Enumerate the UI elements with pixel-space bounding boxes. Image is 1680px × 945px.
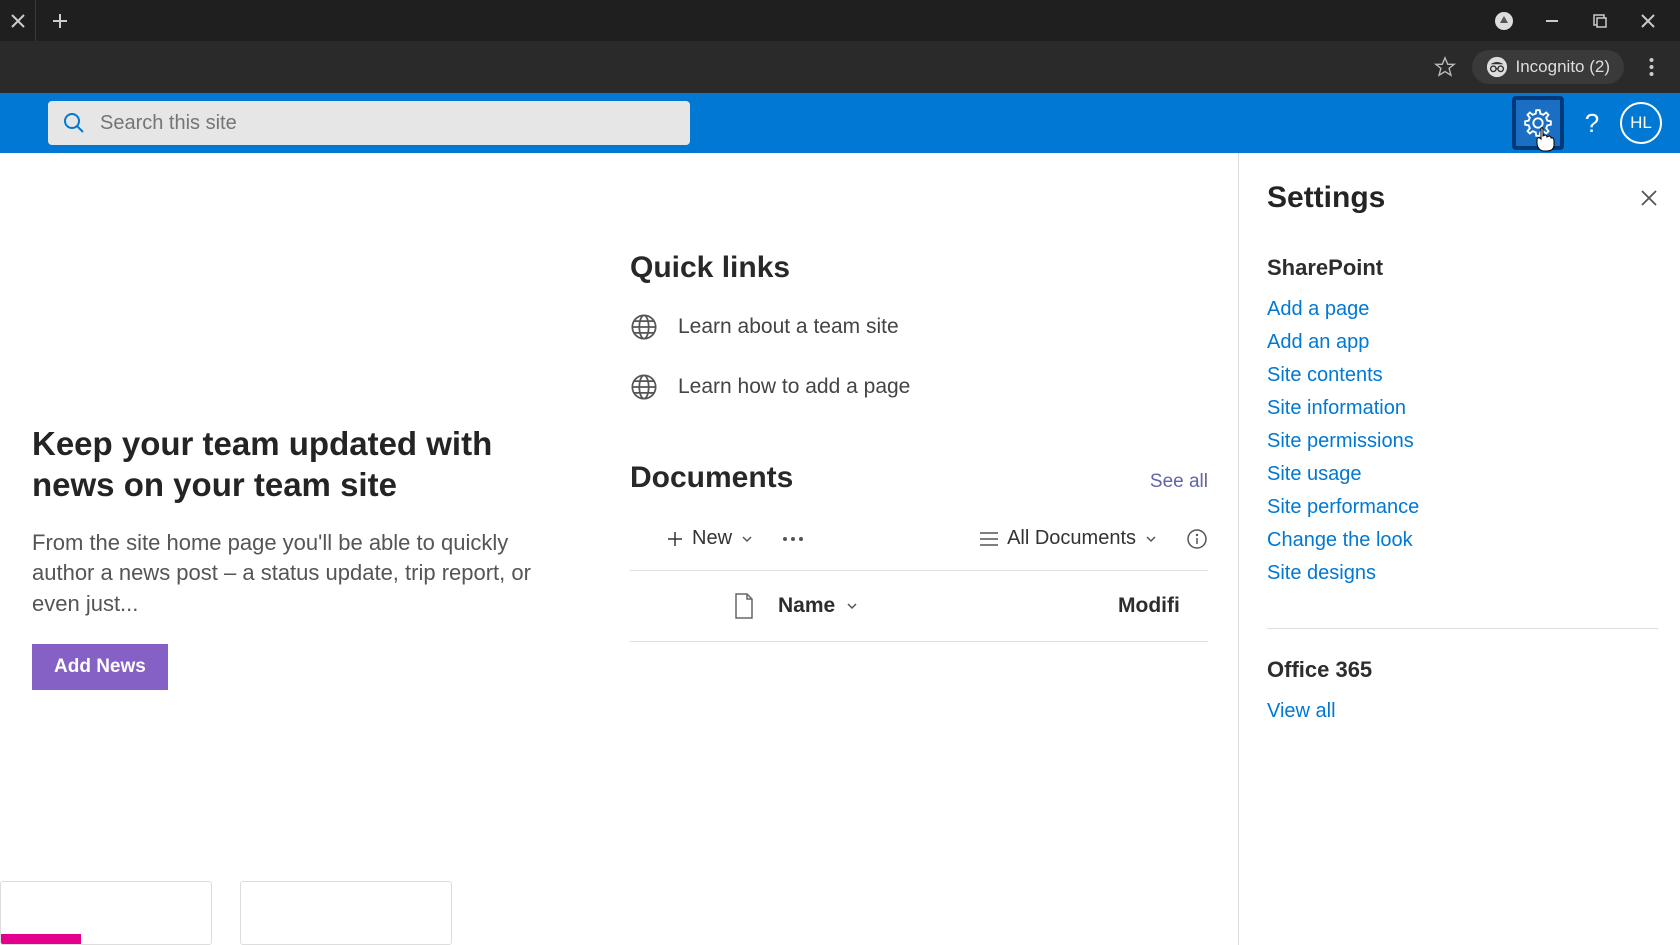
settings-panel-title: Settings [1267, 181, 1385, 215]
settings-link-site-information[interactable]: Site information [1267, 392, 1658, 425]
tab-close-button[interactable] [0, 0, 36, 41]
profile-icon[interactable] [1494, 11, 1514, 31]
help-button[interactable]: ? [1572, 103, 1612, 143]
settings-link-add-page[interactable]: Add a page [1267, 293, 1658, 326]
news-card[interactable] [0, 881, 212, 945]
column-header-modified[interactable]: Modifi [1118, 594, 1208, 618]
add-news-button[interactable]: Add News [32, 644, 168, 690]
globe-icon [630, 373, 658, 401]
sharepoint-suite-bar: ? HL [0, 93, 1680, 153]
incognito-indicator[interactable]: Incognito (2) [1472, 50, 1625, 84]
documents-heading: Documents [630, 461, 793, 495]
browser-menu-icon[interactable] [1638, 54, 1664, 80]
documents-see-all-link[interactable]: See all [1150, 471, 1208, 493]
documents-toolbar: New All Documents [630, 515, 1208, 571]
settings-close-button[interactable] [1640, 189, 1658, 207]
settings-link-change-look[interactable]: Change the look [1267, 524, 1658, 557]
settings-link-view-all[interactable]: View all [1267, 695, 1658, 728]
list-view-icon [979, 531, 999, 547]
settings-link-site-performance[interactable]: Site performance [1267, 491, 1658, 524]
globe-icon [630, 313, 658, 341]
chevron-down-icon [845, 599, 859, 613]
documents-column-headers: Name Modifi [630, 571, 1208, 642]
user-avatar[interactable]: HL [1620, 102, 1662, 144]
settings-link-site-contents[interactable]: Site contents [1267, 359, 1658, 392]
plus-icon [666, 530, 684, 548]
close-icon [1640, 189, 1658, 207]
settings-link-site-designs[interactable]: Site designs [1267, 557, 1658, 590]
search-box[interactable] [48, 101, 690, 145]
browser-tab-strip [0, 0, 1680, 41]
new-document-button[interactable]: New [666, 527, 754, 550]
minimize-button[interactable] [1542, 11, 1562, 31]
news-description: From the site home page you'll be able t… [32, 528, 570, 620]
search-input[interactable] [100, 112, 676, 135]
news-heading: Keep your team updated with news on your… [32, 423, 570, 506]
close-window-button[interactable] [1638, 11, 1658, 31]
info-icon [1186, 528, 1208, 550]
cursor-pointer-icon [1534, 126, 1556, 152]
ellipsis-icon [782, 536, 804, 542]
chevron-down-icon [740, 532, 754, 546]
more-actions-button[interactable] [782, 536, 804, 542]
bookmark-star-icon[interactable] [1432, 54, 1458, 80]
search-icon [62, 111, 86, 135]
settings-group-sharepoint: SharePoint [1267, 255, 1658, 281]
chevron-down-icon [1144, 532, 1158, 546]
settings-panel: Settings SharePoint Add a page Add an ap… [1238, 153, 1680, 945]
browser-address-bar: Incognito (2) [0, 41, 1680, 93]
view-selector[interactable]: All Documents [979, 527, 1158, 550]
new-tab-button[interactable] [36, 12, 84, 30]
column-header-name[interactable]: Name [778, 594, 1118, 618]
news-card[interactable] [240, 881, 452, 945]
settings-link-site-permissions[interactable]: Site permissions [1267, 425, 1658, 458]
settings-gear-button[interactable] [1512, 96, 1564, 150]
settings-link-add-app[interactable]: Add an app [1267, 326, 1658, 359]
incognito-label: Incognito (2) [1516, 57, 1611, 77]
maximize-button[interactable] [1590, 11, 1610, 31]
settings-group-office365: Office 365 [1267, 657, 1658, 683]
info-button[interactable] [1186, 528, 1208, 550]
file-icon [733, 593, 755, 619]
quick-link-label: Learn how to add a page [678, 375, 910, 399]
settings-link-site-usage[interactable]: Site usage [1267, 458, 1658, 491]
quick-link-label: Learn about a team site [678, 315, 899, 339]
quick-links-heading: Quick links [630, 251, 1208, 285]
quick-link-item[interactable]: Learn how to add a page [630, 373, 1208, 401]
quick-link-item[interactable]: Learn about a team site [630, 313, 1208, 341]
